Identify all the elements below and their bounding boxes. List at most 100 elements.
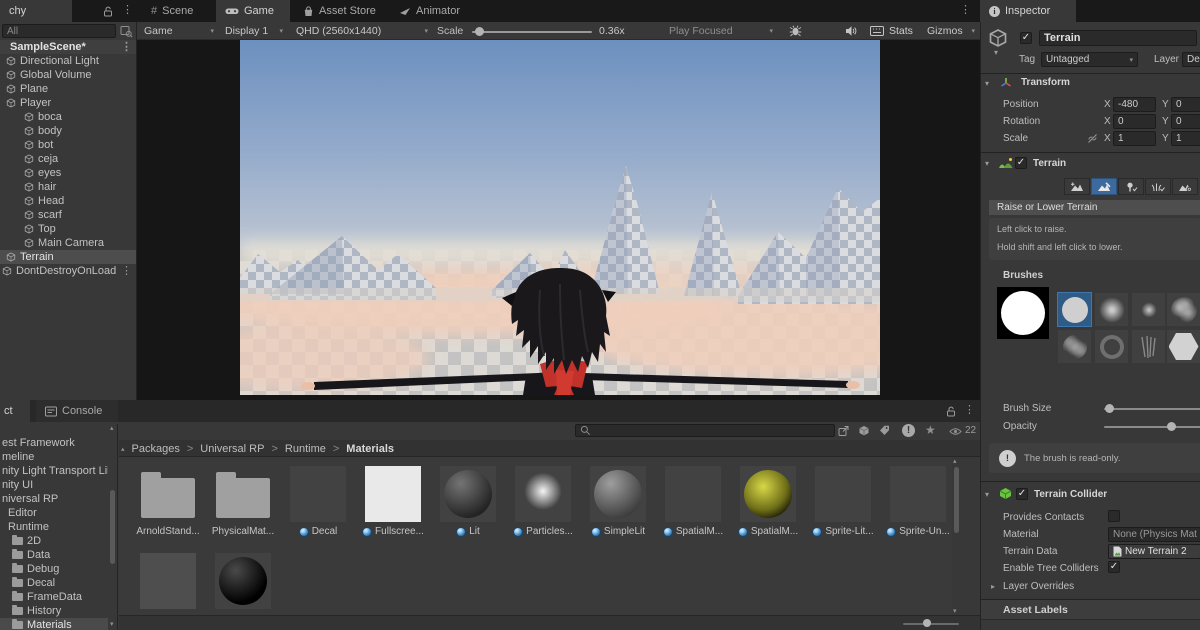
asset-arnoldstandard[interactable]: ArnoldStand... xyxy=(130,466,206,537)
game-view-menu-icon[interactable]: ⋮ xyxy=(960,5,971,16)
scale-slider[interactable] xyxy=(472,31,592,33)
thumbnail-size-knob[interactable] xyxy=(923,619,931,627)
tree-item-2d[interactable]: 2D xyxy=(0,534,108,548)
game-mode-dropdown[interactable]: Game xyxy=(140,23,218,39)
scroll-down-icon[interactable]: ▾ xyxy=(110,620,114,628)
enable-tree-colliders-checkbox[interactable]: ✓ xyxy=(1108,561,1120,573)
asset-simplelit[interactable]: SimpleLit xyxy=(580,466,656,537)
asset-fullscreen[interactable]: Fullscree... xyxy=(355,466,431,537)
rotation-y-field[interactable]: 0 xyxy=(1171,114,1200,129)
material-object-field[interactable]: None (Physics Mat xyxy=(1108,527,1200,542)
hierarchy-search-input[interactable]: All xyxy=(2,24,116,38)
asset-spatialmapping-1[interactable]: SpatialM... xyxy=(655,466,731,537)
hierarchy-item-plane[interactable]: Plane xyxy=(0,82,136,96)
resolution-dropdown[interactable]: QHD (2560x1440) xyxy=(292,23,432,39)
hierarchy-item-boca[interactable]: boca xyxy=(0,110,136,124)
tool-terrain-settings[interactable] xyxy=(1172,178,1198,195)
terrain-foldout[interactable]: ▾ xyxy=(985,159,989,168)
hierarchy-item-ceja[interactable]: ceja xyxy=(0,152,136,166)
breadcrumb-universal-rp[interactable]: Universal RP xyxy=(200,443,264,455)
opacity-knob[interactable] xyxy=(1167,422,1176,431)
prefab-dropdown-icon[interactable]: ▾ xyxy=(994,48,998,57)
tab-console[interactable]: Console xyxy=(36,400,118,422)
tree-item-timeline[interactable]: meline xyxy=(0,450,108,464)
link-scale-icon[interactable] xyxy=(1087,133,1098,144)
hierarchy-search-window-icon[interactable] xyxy=(120,25,133,38)
object-name-field[interactable]: Terrain xyxy=(1039,30,1197,46)
mute-audio-speaker-icon[interactable] xyxy=(845,25,857,37)
hierarchy-item-bot[interactable]: bot xyxy=(0,138,136,152)
search-in-window-icon[interactable] xyxy=(838,425,850,437)
tree-item-unity-light-transport[interactable]: nity Light Transport Lib xyxy=(0,464,108,478)
brush-6[interactable] xyxy=(1132,330,1165,363)
tab-animator[interactable]: Animator xyxy=(390,0,470,22)
collider-enabled-checkbox[interactable]: ✓ xyxy=(1016,488,1028,500)
asset-physicalmaterials[interactable]: PhysicalMat... xyxy=(205,466,281,537)
tab-game[interactable]: Game xyxy=(216,0,290,22)
lock-icon[interactable] xyxy=(103,6,113,17)
tool-paint-trees[interactable] xyxy=(1118,178,1144,195)
hierarchy-item-dontdestroyonload[interactable]: DontDestroyOnLoad⋮ xyxy=(0,264,136,278)
scroll-down-icon[interactable]: ▾ xyxy=(953,607,957,615)
play-focused-dropdown[interactable]: Play Focused xyxy=(665,23,777,39)
hierarchy-item-terrain[interactable]: Terrain xyxy=(0,250,136,264)
tree-item-data[interactable]: Data xyxy=(0,548,108,562)
collider-foldout[interactable]: ▾ xyxy=(985,490,989,499)
asset-labels-section[interactable]: Asset Labels xyxy=(981,600,1200,620)
asset-lit[interactable]: Lit xyxy=(430,466,506,537)
hierarchy-item-eyes[interactable]: eyes xyxy=(0,166,136,180)
scale-slider-knob[interactable] xyxy=(475,27,484,36)
position-x-field[interactable]: -480 xyxy=(1113,97,1156,112)
terrain-mode-dropdown[interactable]: Raise or Lower Terrain xyxy=(989,200,1200,215)
scroll-up-icon[interactable]: ▴ xyxy=(953,457,957,465)
tree-item-framedata[interactable]: FrameData xyxy=(0,590,108,604)
position-y-field[interactable]: 0 xyxy=(1171,97,1200,112)
log-alert-icon[interactable]: ! xyxy=(902,424,915,437)
brush-7-hexagon[interactable] xyxy=(1167,330,1200,363)
breadcrumb-runtime[interactable]: Runtime xyxy=(285,443,326,455)
tree-item-test-framework[interactable]: est Framework xyxy=(0,436,108,450)
hierarchy-item-main-camera[interactable]: Main Camera xyxy=(0,236,136,250)
tree-item-history[interactable]: History xyxy=(0,604,108,618)
favorites-star-icon[interactable]: ★ xyxy=(925,423,936,437)
tree-scrollbar[interactable]: ▴ ▾ xyxy=(108,424,118,630)
hierarchy-item-top[interactable]: Top xyxy=(0,222,136,236)
tool-paint-details[interactable] xyxy=(1145,178,1171,195)
breadcrumb-materials[interactable]: Materials xyxy=(346,443,394,455)
search-by-type-icon[interactable] xyxy=(858,425,870,437)
active-checkbox[interactable]: ✓ xyxy=(1020,32,1032,44)
asset-spatialmapping-2[interactable]: SpatialM... xyxy=(730,466,806,537)
asset-sprite-lit[interactable]: Sprite-Lit... xyxy=(805,466,881,537)
tag-dropdown[interactable]: Untagged xyxy=(1041,52,1138,67)
brush-5[interactable] xyxy=(1095,330,1128,363)
gizmos-dropdown[interactable]: Gizmos xyxy=(923,23,979,39)
hierarchy-item-head[interactable]: Head xyxy=(0,194,136,208)
hierarchy-item-directional-light[interactable]: Directional Light xyxy=(0,54,136,68)
frame-debugger-bug-icon[interactable] xyxy=(789,25,802,37)
hierarchy-item-global-volume[interactable]: Global Volume xyxy=(0,68,136,82)
brush-1[interactable] xyxy=(1095,293,1128,326)
asset-particles[interactable]: Particles... xyxy=(505,466,581,537)
scroll-up-icon[interactable]: ▴ xyxy=(110,424,114,432)
project-menu-icon[interactable]: ⋮ xyxy=(964,405,975,416)
hierarchy-item-scarf[interactable]: scarf xyxy=(0,208,136,222)
terrain-enabled-checkbox[interactable]: ✓ xyxy=(1015,157,1027,169)
collapse-icon[interactable]: ▴ xyxy=(121,445,125,453)
scale-x-field[interactable]: 1 xyxy=(1113,131,1156,146)
scale-y-field[interactable]: 1 xyxy=(1171,131,1200,146)
brush-3[interactable] xyxy=(1167,293,1200,326)
tree-item-unity-ui[interactable]: nity UI xyxy=(0,478,108,492)
asset-decal[interactable]: Decal xyxy=(280,466,356,537)
brush-size-slider[interactable] xyxy=(1104,408,1200,410)
tab-asset-store[interactable]: Asset Store xyxy=(294,0,386,22)
rotation-x-field[interactable]: 0 xyxy=(1113,114,1156,129)
tree-item-debug[interactable]: Debug xyxy=(0,562,108,576)
brush-0-selected[interactable] xyxy=(1058,293,1091,326)
ddol-menu-icon[interactable]: ⋮ xyxy=(121,266,136,277)
grid-scrollbar[interactable]: ▴ ▾ xyxy=(952,457,961,615)
grid-scrollbar-thumb[interactable] xyxy=(954,467,959,533)
brush-4[interactable] xyxy=(1058,330,1091,363)
breadcrumb-packages[interactable]: Packages xyxy=(132,443,180,455)
keyboard-icon[interactable] xyxy=(870,26,884,36)
layer-overrides-foldout[interactable]: ▸ xyxy=(991,582,995,591)
